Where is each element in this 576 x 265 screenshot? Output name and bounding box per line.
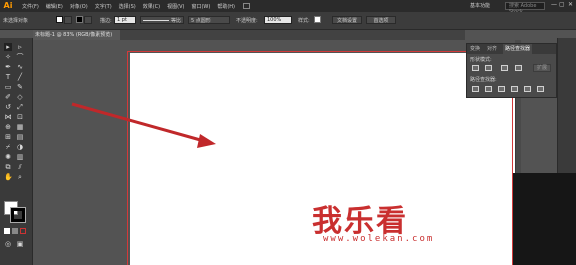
divide-icon[interactable] <box>472 86 479 92</box>
tab-align[interactable]: 对齐 <box>487 44 497 54</box>
minus-back-icon[interactable] <box>537 86 544 92</box>
exclude-icon[interactable] <box>515 65 522 71</box>
trim-icon[interactable] <box>485 86 492 92</box>
dark-overlay <box>513 173 576 265</box>
pathfinders-label: 路径查找器: <box>470 77 497 83</box>
outline-icon[interactable] <box>524 86 531 92</box>
watermark-url: www.wolekan.com <box>323 234 435 244</box>
pathfinder-panel: 变换 对齐 路径查找器 形状模式: 扩展 路径查找器: <box>466 43 557 98</box>
unite-icon[interactable] <box>472 65 479 71</box>
intersect-icon[interactable] <box>501 65 508 71</box>
expand-button[interactable]: 扩展 <box>533 64 551 72</box>
tab-pathfinder[interactable]: 路径查找器 <box>503 44 533 54</box>
crop-icon[interactable] <box>511 86 518 92</box>
minus-front-icon[interactable] <box>485 65 492 71</box>
merge-icon[interactable] <box>498 86 505 92</box>
annotation-arrow-head <box>197 134 216 148</box>
tab-transform[interactable]: 变换 <box>470 44 480 54</box>
annotation-arrow-icon <box>71 102 216 148</box>
panel-tab-bar: 变换 对齐 路径查找器 <box>467 44 556 54</box>
annotation-arrow-shaft <box>71 102 205 143</box>
shape-modes-label: 形状模式: <box>470 57 492 63</box>
